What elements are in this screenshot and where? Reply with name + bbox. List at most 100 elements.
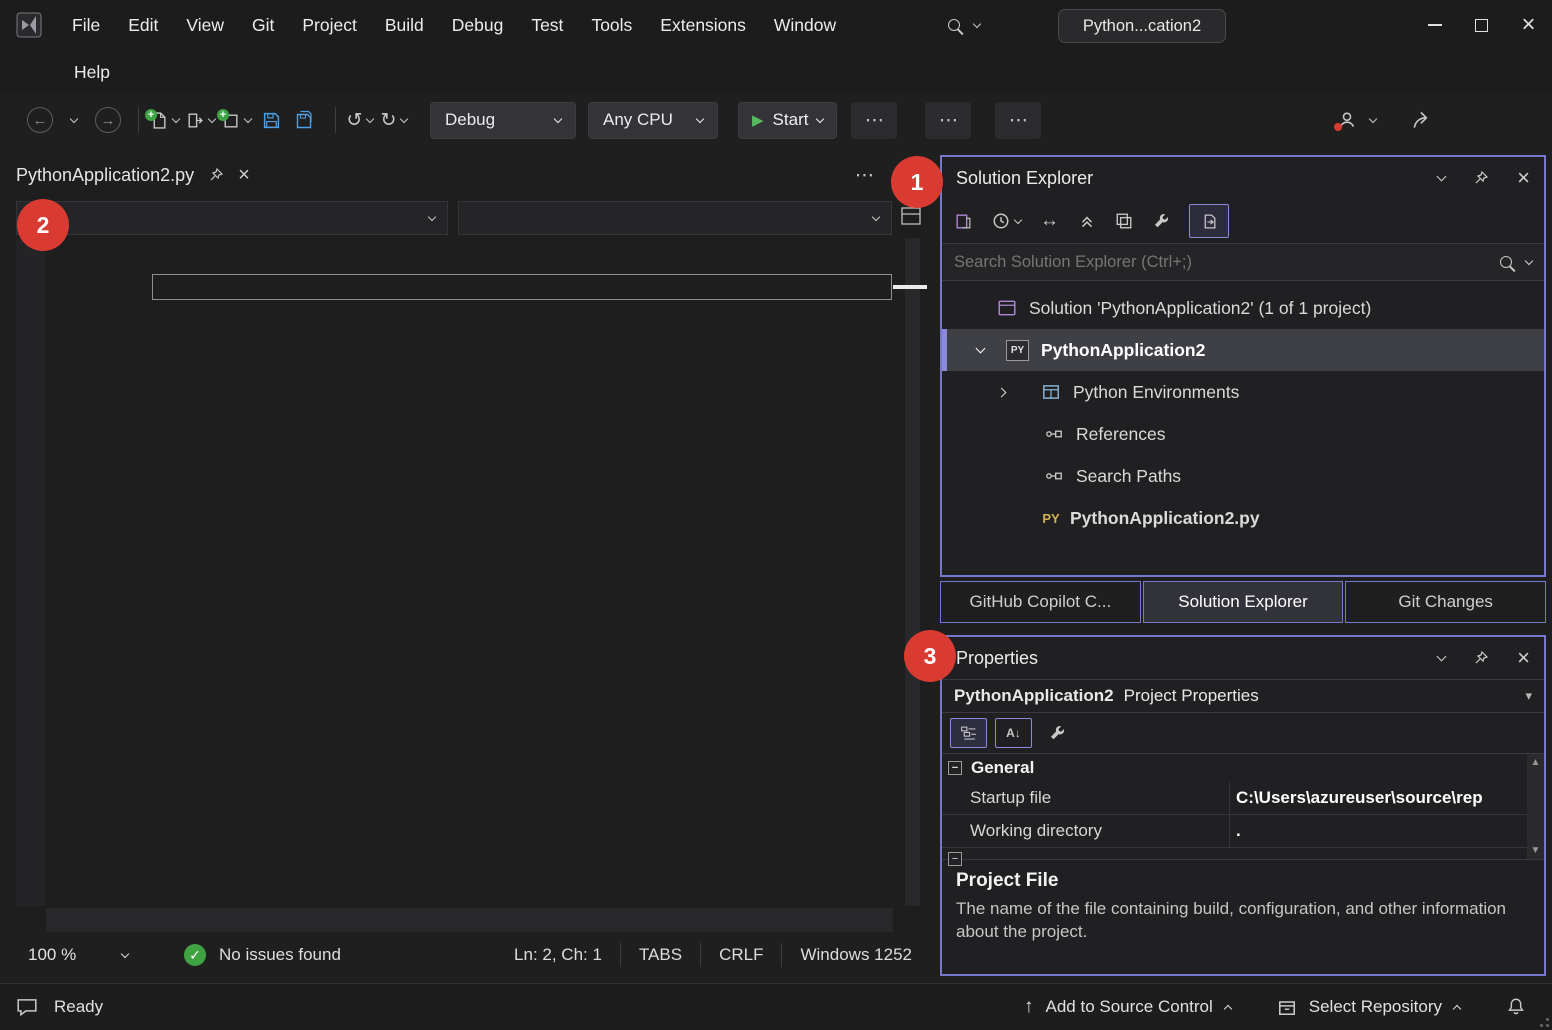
search-icon[interactable] bbox=[1500, 256, 1512, 268]
pin-icon[interactable] bbox=[1473, 650, 1489, 666]
menu-edit[interactable]: Edit bbox=[114, 9, 172, 42]
add-new-item-button[interactable]: + bbox=[221, 102, 251, 138]
line-column-indicator[interactable]: Ln: 2, Ch: 1 bbox=[496, 945, 620, 965]
select-repository-button[interactable]: Select Repository bbox=[1309, 997, 1442, 1017]
pending-changes-filter-button[interactable] bbox=[992, 212, 1021, 230]
expander-chevron-down-icon[interactable] bbox=[976, 344, 986, 354]
zoom-dropdown[interactable]: 100 % bbox=[18, 938, 138, 972]
tab-git-changes[interactable]: Git Changes bbox=[1345, 581, 1546, 623]
pin-icon[interactable] bbox=[1473, 170, 1489, 186]
properties-object-dropdown[interactable]: PythonApplication2 Project Properties ▾ bbox=[942, 679, 1544, 713]
account-button[interactable] bbox=[1336, 109, 1376, 131]
navbar-members-dropdown[interactable] bbox=[458, 201, 892, 235]
redo-chevron-icon[interactable] bbox=[400, 114, 408, 122]
minimize-button[interactable] bbox=[1411, 0, 1458, 50]
navigate-backward-button[interactable]: ← bbox=[26, 102, 54, 138]
show-all-files-button[interactable] bbox=[1115, 212, 1133, 230]
menu-help[interactable]: Help bbox=[60, 56, 124, 89]
tree-item-python-environments[interactable]: Python Environments bbox=[942, 371, 1544, 413]
tab-github-copilot[interactable]: GitHub Copilot C... bbox=[940, 581, 1141, 623]
maximize-button[interactable] bbox=[1458, 0, 1505, 50]
preview-selected-items-button[interactable] bbox=[1189, 204, 1229, 238]
close-button[interactable]: × bbox=[1505, 0, 1552, 50]
account-chevron-icon[interactable] bbox=[1369, 114, 1377, 122]
menu-project[interactable]: Project bbox=[288, 9, 370, 42]
tab-options-ellipsis-icon[interactable]: ⋯ bbox=[855, 164, 874, 187]
panel-chevron-down-icon[interactable] bbox=[1437, 652, 1447, 662]
tree-item-search-paths[interactable]: Search Paths bbox=[942, 455, 1544, 497]
property-row-working-directory[interactable]: Working directory . bbox=[942, 815, 1544, 848]
resize-grip[interactable] bbox=[1535, 1013, 1549, 1027]
menu-extensions[interactable]: Extensions bbox=[646, 9, 760, 42]
repository-chevron-up-icon[interactable] bbox=[1453, 1004, 1461, 1012]
issues-indicator[interactable]: ✓ No issues found bbox=[184, 944, 341, 966]
new-file-chevron-icon[interactable] bbox=[172, 114, 180, 122]
open-file-button[interactable] bbox=[185, 102, 215, 138]
menu-build[interactable]: Build bbox=[371, 9, 438, 42]
scroll-down-icon[interactable]: ▼ bbox=[1531, 845, 1541, 856]
menu-tools[interactable]: Tools bbox=[577, 9, 646, 42]
solution-explorer-search-input[interactable] bbox=[954, 253, 1486, 272]
start-chevron-icon[interactable] bbox=[816, 114, 824, 122]
panel-close-icon[interactable]: × bbox=[1517, 645, 1530, 671]
menu-view[interactable]: View bbox=[172, 9, 238, 42]
notifications-bell-icon[interactable] bbox=[1506, 997, 1526, 1017]
pin-icon[interactable] bbox=[208, 167, 224, 183]
navbar-project-dropdown[interactable] bbox=[16, 201, 448, 235]
search-icon[interactable] bbox=[948, 19, 960, 31]
toolbar-overflow-button[interactable]: ⋯ bbox=[851, 102, 897, 139]
editor-tab[interactable]: PythonApplication2.py × bbox=[0, 152, 266, 198]
save-button[interactable] bbox=[257, 102, 285, 138]
menu-debug[interactable]: Debug bbox=[438, 9, 518, 42]
undo-chevron-icon[interactable] bbox=[366, 114, 374, 122]
navigate-backward-dropdown[interactable] bbox=[60, 102, 88, 138]
navigate-forward-button[interactable]: → bbox=[94, 102, 122, 138]
property-pages-button[interactable] bbox=[1048, 724, 1066, 742]
add-to-source-control-button[interactable]: Add to Source Control bbox=[1046, 997, 1213, 1017]
property-value[interactable]: C:\Users\azureuser\source\rep bbox=[1230, 788, 1544, 808]
tree-item-project[interactable]: PY PythonApplication2 bbox=[942, 329, 1544, 371]
feedback-icon[interactable] bbox=[16, 997, 38, 1017]
search-chevron-down-icon[interactable] bbox=[973, 19, 981, 27]
menu-window[interactable]: Window bbox=[760, 9, 850, 42]
tree-item-references[interactable]: References bbox=[942, 413, 1544, 455]
properties-button[interactable] bbox=[1152, 212, 1170, 230]
panel-chevron-down-icon[interactable] bbox=[1437, 172, 1447, 182]
source-control-chevron-up-icon[interactable] bbox=[1224, 1004, 1232, 1012]
toolbar-options-button-2[interactable]: ⋯ bbox=[995, 102, 1041, 139]
line-ending-indicator[interactable]: CRLF bbox=[701, 945, 781, 965]
collapse-section-icon[interactable]: − bbox=[948, 852, 962, 866]
redo-button[interactable]: ↻ bbox=[380, 102, 408, 138]
property-value[interactable]: . bbox=[1230, 821, 1544, 841]
categorized-button[interactable] bbox=[950, 718, 987, 748]
solution-configurations-dropdown[interactable]: Debug bbox=[430, 102, 576, 139]
horizontal-scrollbar[interactable] bbox=[46, 908, 893, 932]
collapse-all-button[interactable] bbox=[1078, 212, 1096, 230]
alphabetical-button[interactable]: A↓ bbox=[995, 718, 1032, 748]
tab-solution-explorer[interactable]: Solution Explorer bbox=[1143, 581, 1344, 623]
save-all-button[interactable] bbox=[291, 102, 319, 138]
filter-chevron-icon[interactable] bbox=[1014, 215, 1022, 223]
collapse-section-icon[interactable]: − bbox=[948, 761, 962, 775]
panel-close-icon[interactable]: × bbox=[1517, 165, 1530, 191]
split-window-icon[interactable] bbox=[900, 206, 922, 226]
scroll-up-icon[interactable]: ▲ bbox=[1531, 757, 1541, 768]
live-share-button[interactable] bbox=[1410, 108, 1434, 132]
tree-item-python-file[interactable]: PY PythonApplication2.py bbox=[942, 497, 1544, 539]
search-chevron-icon[interactable] bbox=[1525, 256, 1533, 264]
property-row-startup-file[interactable]: Startup file C:\Users\azureuser\source\r… bbox=[942, 782, 1544, 815]
solution-platforms-dropdown[interactable]: Any CPU bbox=[588, 102, 718, 139]
menu-file[interactable]: File bbox=[58, 9, 114, 42]
add-new-item-chevron-icon[interactable] bbox=[244, 114, 252, 122]
tab-close-icon[interactable]: × bbox=[238, 164, 250, 187]
sync-with-active-document-button[interactable]: ↔ bbox=[1040, 210, 1059, 232]
properties-scrollbar[interactable]: ▲ ▼ bbox=[1527, 754, 1544, 859]
expander-chevron-right-icon[interactable] bbox=[997, 387, 1007, 397]
section-general[interactable]: − General bbox=[942, 754, 1544, 782]
new-file-button[interactable]: + bbox=[149, 102, 179, 138]
menu-git[interactable]: Git bbox=[238, 9, 288, 42]
tree-item-solution[interactable]: Solution 'PythonApplication2' (1 of 1 pr… bbox=[942, 287, 1544, 329]
indent-indicator[interactable]: TABS bbox=[621, 945, 700, 965]
open-file-chevron-icon[interactable] bbox=[208, 114, 216, 122]
vertical-scrollbar[interactable] bbox=[905, 238, 920, 906]
